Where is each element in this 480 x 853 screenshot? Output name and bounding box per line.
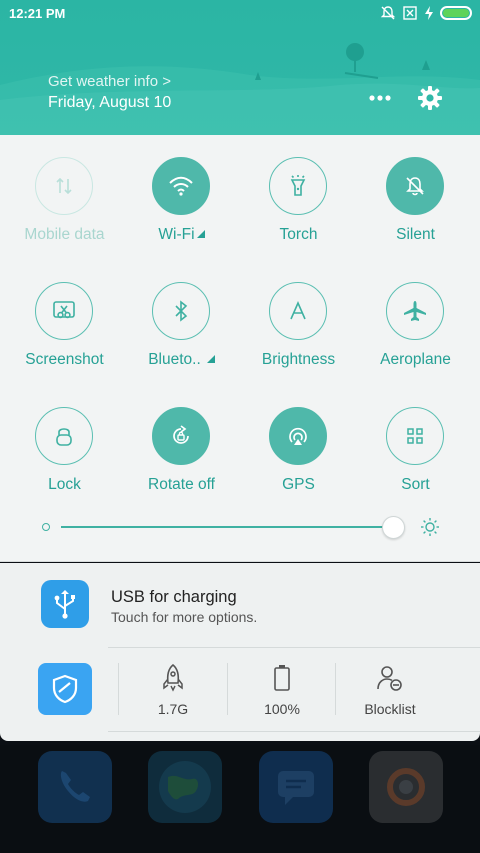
- slider-thumb[interactable]: [381, 516, 405, 539]
- battery-icon: [440, 6, 472, 20]
- browser-app-icon: [148, 751, 222, 823]
- battery-button[interactable]: 100%: [228, 663, 336, 723]
- wifi-icon: [152, 157, 210, 215]
- weather-info-link[interactable]: Get weather info >: [48, 73, 171, 90]
- tile-screenshot[interactable]: Screenshot: [6, 282, 123, 392]
- tile-label: GPS: [282, 476, 315, 493]
- brightness-low-icon: [42, 523, 50, 531]
- memory-label: 1.7G: [157, 701, 189, 717]
- blocklist-label: Blocklist: [364, 701, 416, 717]
- signal-triangle-icon: [206, 355, 215, 363]
- tile-silent[interactable]: Silent: [357, 157, 474, 267]
- date-label: Friday, August 10: [48, 94, 172, 111]
- signal-triangle-icon: [196, 230, 205, 238]
- shield-icon: [52, 674, 78, 704]
- gps-icon: [269, 407, 327, 465]
- tile-label: Lock: [48, 476, 81, 493]
- gear-icon: [418, 86, 442, 110]
- lock-icon: [35, 407, 93, 465]
- tile-label: Brightness: [261, 351, 336, 368]
- phone-app-icon: [38, 751, 112, 823]
- tile-label: Silent: [396, 226, 435, 243]
- slider-track[interactable]: [61, 526, 403, 528]
- divider: [108, 647, 480, 648]
- blocklist-button[interactable]: Blocklist: [336, 663, 444, 723]
- silent-status-icon: [380, 6, 396, 20]
- clean-memory-button[interactable]: 1.7G: [119, 663, 227, 723]
- mobile-data-icon: [35, 157, 93, 215]
- status-icons: [380, 5, 472, 21]
- home-screen-dock: [0, 745, 480, 853]
- tile-label: Mobile data: [24, 226, 105, 243]
- charging-bolt-icon: [425, 6, 433, 20]
- usb-notification-card[interactable]: USB for charging Touch for more options.…: [0, 563, 480, 741]
- tile-label: Wi-Fi: [158, 226, 195, 243]
- battery-outline-icon: [274, 665, 290, 691]
- usb-icon: [41, 580, 89, 628]
- tile-brightness[interactable]: Brightness: [240, 282, 357, 392]
- no-sim-icon: [403, 6, 417, 20]
- tile-wifi[interactable]: Wi-Fi: [123, 157, 240, 267]
- tile-torch[interactable]: Torch: [240, 157, 357, 267]
- tile-label: Screenshot: [25, 351, 104, 368]
- brightness-slider[interactable]: [42, 516, 442, 540]
- rotate-icon: [152, 407, 210, 465]
- bluetooth-icon: [152, 282, 210, 340]
- tile-mobile-data[interactable]: Mobile data: [6, 157, 123, 267]
- rocket-icon: [163, 663, 183, 692]
- tile-gps[interactable]: GPS: [240, 407, 357, 517]
- sort-grid-icon: [386, 407, 444, 465]
- tile-label: Aeroplane: [380, 351, 451, 368]
- messaging-app-icon: [259, 751, 333, 823]
- silent-bell-icon: [386, 157, 444, 215]
- tile-aeroplane[interactable]: Aeroplane: [357, 282, 474, 392]
- tile-label: Torch: [279, 226, 318, 243]
- aeroplane-icon: [386, 282, 444, 340]
- more-options-button[interactable]: [366, 86, 394, 110]
- notification-header: 12:21 PM Get weather info > Friday, Augu…: [0, 0, 480, 135]
- tile-bluetooth[interactable]: Blueto..: [123, 282, 240, 392]
- notification-title: USB for charging: [111, 588, 237, 606]
- tile-label: Sort: [401, 476, 430, 493]
- tile-lock[interactable]: Lock: [6, 407, 123, 517]
- brightness-high-icon: [421, 518, 439, 536]
- status-bar: 12:21 PM: [0, 0, 480, 28]
- tile-sort[interactable]: Sort: [357, 407, 474, 517]
- tile-label: Rotate off: [148, 476, 215, 493]
- settings-button[interactable]: [416, 84, 444, 112]
- security-app-button[interactable]: [38, 663, 92, 715]
- blocked-user-icon: [377, 666, 402, 691]
- torch-icon: [269, 157, 327, 215]
- camera-app-icon: [369, 751, 443, 823]
- more-dots-icon: [369, 95, 391, 101]
- tile-label: Blueto..: [148, 351, 201, 368]
- divider: [108, 731, 480, 732]
- brightness-icon: [269, 282, 327, 340]
- quick-settings-panel: Mobile data Wi-Fi Torch Silent Screensho…: [0, 135, 480, 562]
- clock: 12:21 PM: [9, 6, 66, 21]
- screenshot-icon: [35, 282, 93, 340]
- battery-label: 100%: [264, 701, 300, 717]
- notification-subtitle: Touch for more options.: [111, 609, 258, 625]
- tile-rotate[interactable]: Rotate off: [123, 407, 240, 517]
